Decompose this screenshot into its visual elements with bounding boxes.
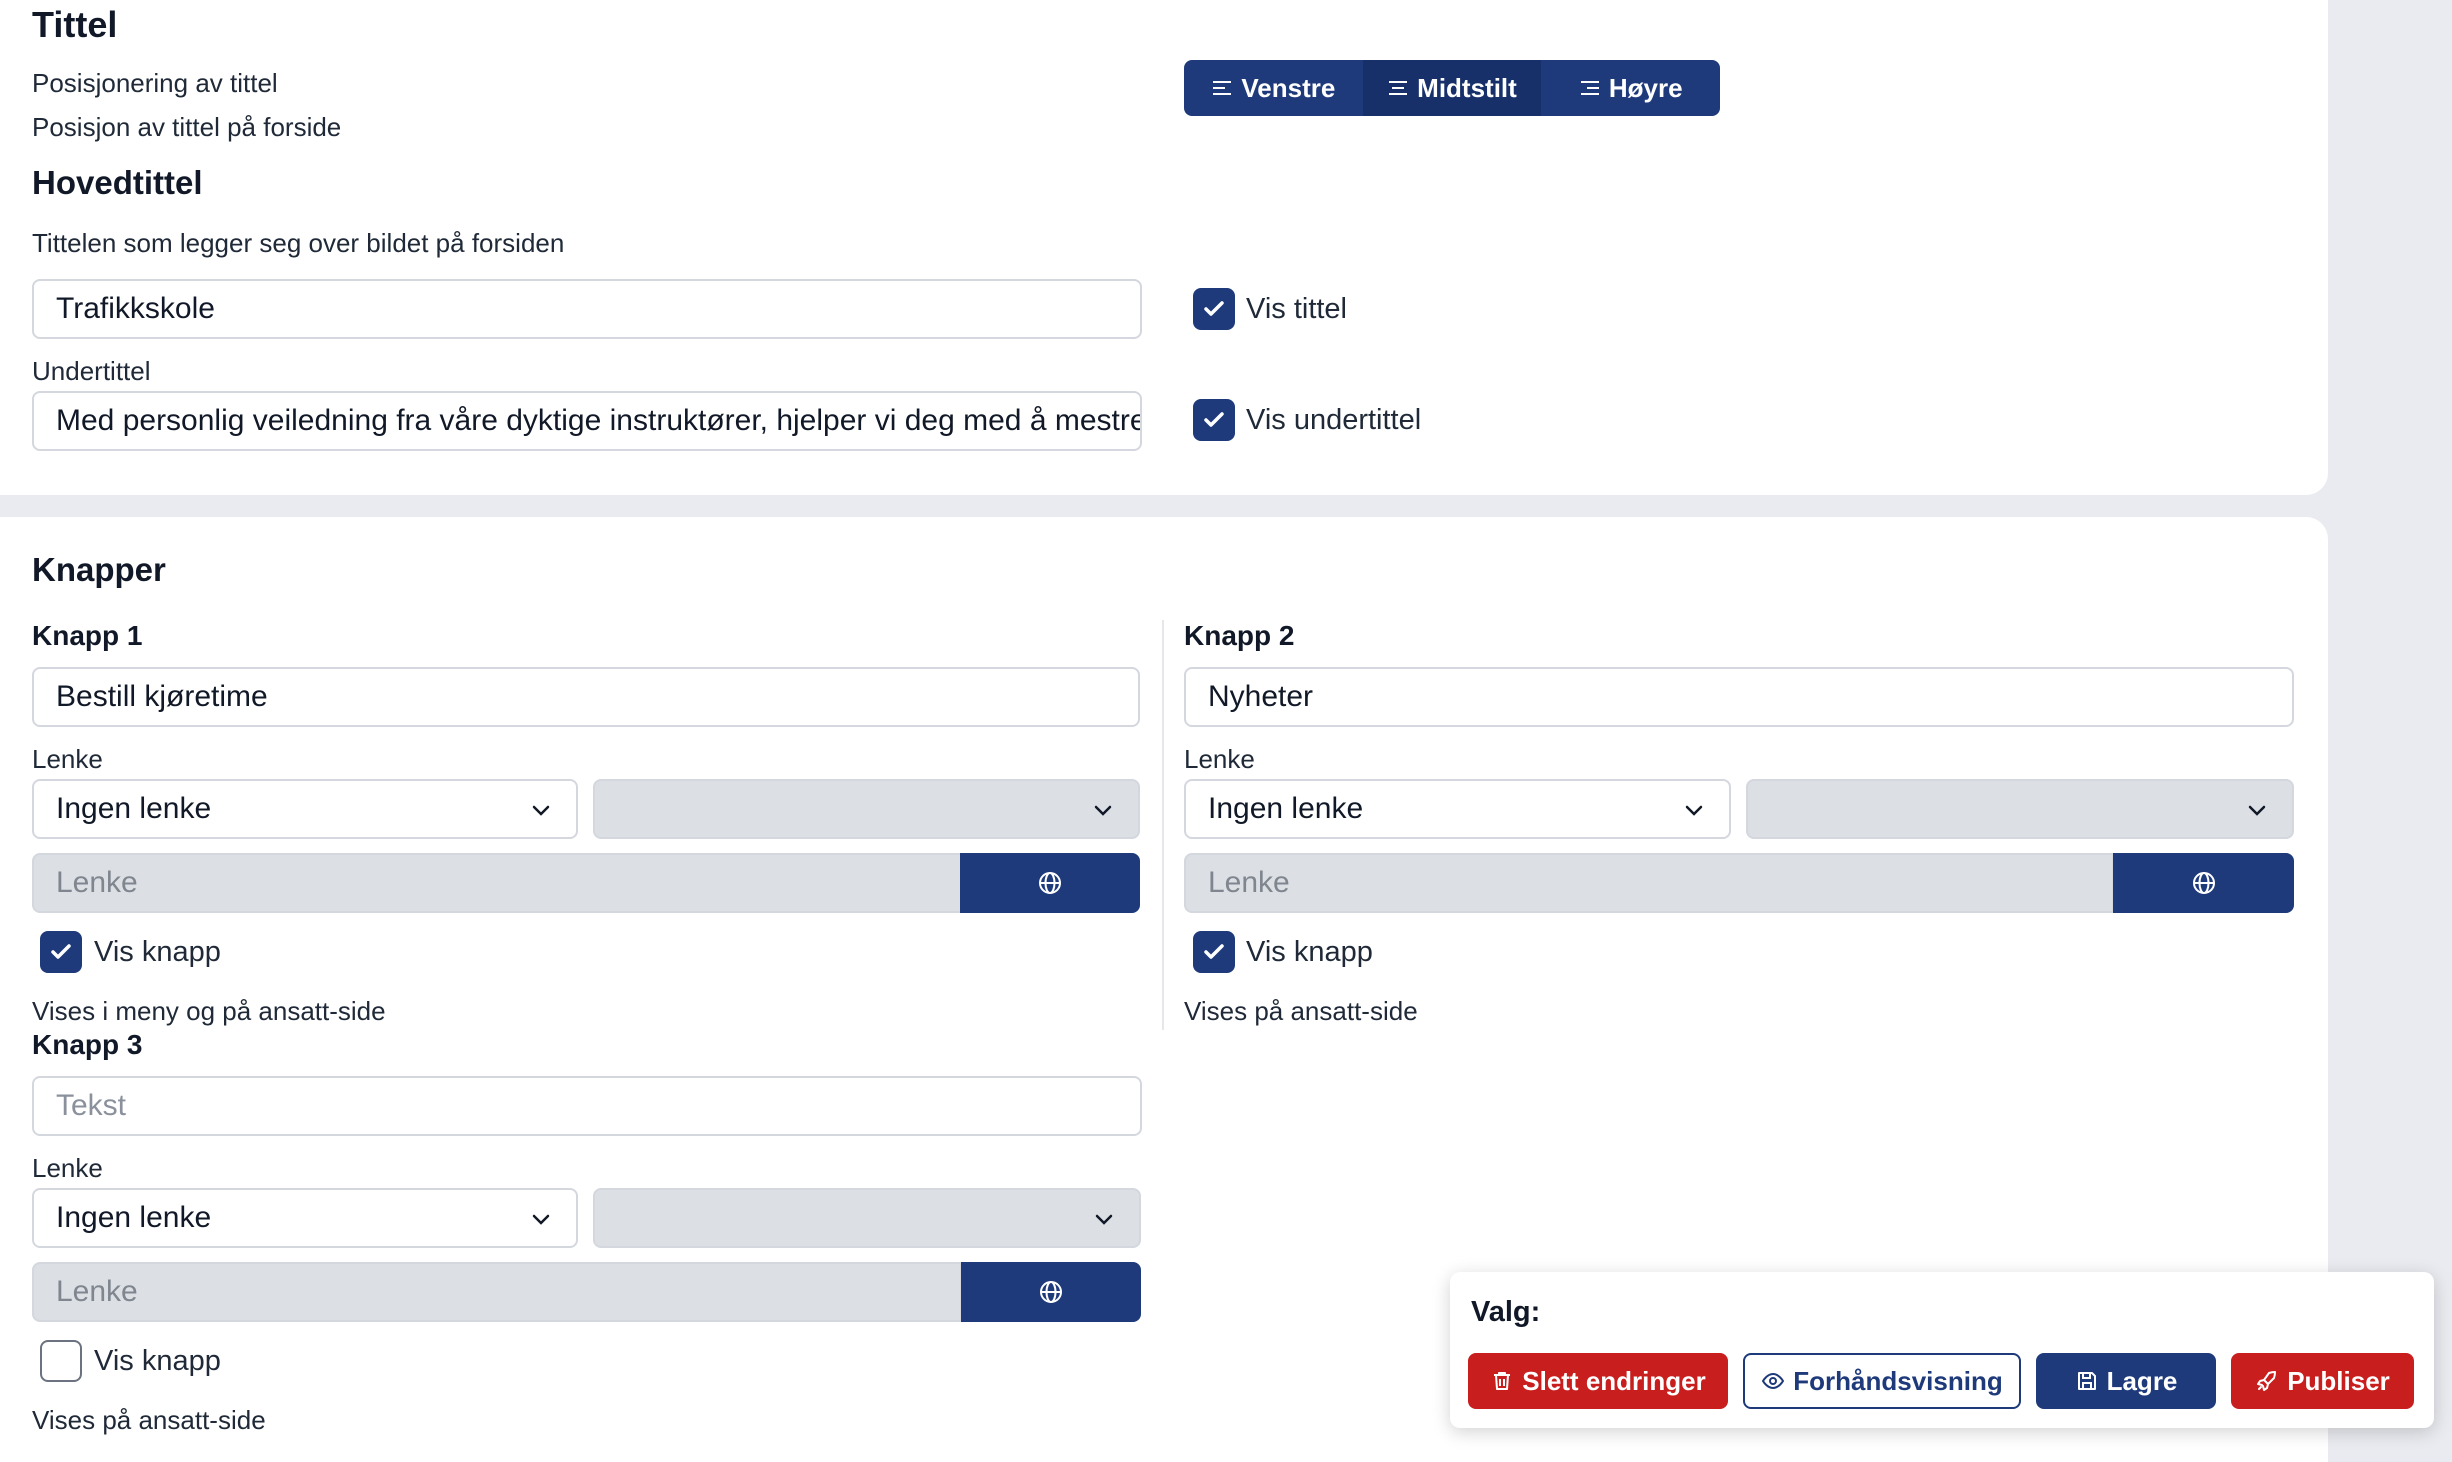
- align-right-icon: [1580, 81, 1599, 95]
- publish-button[interactable]: Publiser: [2231, 1353, 2414, 1409]
- button2-note: Vises på ansatt-side: [1184, 996, 1418, 1026]
- button1-external-link-button[interactable]: [960, 853, 1140, 913]
- button1-url-input[interactable]: Lenke: [32, 853, 962, 913]
- button1-heading: Knapp 1: [32, 620, 143, 651]
- globe-icon: [1039, 872, 1061, 894]
- button3-heading: Knapp 3: [32, 1029, 143, 1060]
- save-label: Lagre: [2106, 1365, 2178, 1396]
- preview-button[interactable]: Forhåndsvisning: [1743, 1353, 2021, 1409]
- chevron-down-icon: [2248, 805, 2266, 816]
- show-title-checkbox[interactable]: [1193, 288, 1235, 330]
- column-divider: [1162, 620, 1164, 1030]
- button2-heading: Knapp 2: [1184, 620, 1295, 651]
- button1-link-type-select[interactable]: Ingen lenke: [32, 779, 578, 839]
- title-settings-card: Tittel Posisjonering av tittel Posisjon …: [0, 0, 2328, 495]
- button2-text-input[interactable]: Nyheter: [1184, 667, 2294, 727]
- button2-link-type-value: Ingen lenke: [1208, 792, 1364, 825]
- globe-icon: [1040, 1281, 1062, 1303]
- save-button[interactable]: Lagre: [2036, 1353, 2216, 1409]
- main-title-help: Tittelen som legger seg over bildet på f…: [32, 228, 565, 258]
- button3-note: Vises på ansatt-side: [32, 1405, 266, 1435]
- button3-show-checkbox[interactable]: [40, 1340, 82, 1382]
- align-left-button[interactable]: Venstre: [1184, 60, 1363, 116]
- chevron-down-icon: [1094, 805, 1112, 816]
- title-positioning-help: Posisjon av tittel på forside: [32, 112, 342, 142]
- chevron-down-icon: [1095, 1214, 1113, 1225]
- align-right-button[interactable]: Høyre: [1541, 60, 1720, 116]
- checkmark-icon: [1204, 301, 1224, 316]
- actions-heading: Valg:: [1471, 1296, 1541, 1328]
- buttons-section-heading: Knapper: [32, 551, 166, 588]
- preview-label: Forhåndsvisning: [1793, 1365, 2003, 1396]
- align-left-label: Venstre: [1241, 72, 1336, 103]
- button2-link-type-select[interactable]: Ingen lenke: [1184, 779, 1731, 839]
- align-left-icon: [1213, 81, 1232, 95]
- subtitle-input[interactable]: Med personlig veiledning fra våre dyktig…: [32, 391, 1142, 451]
- button2-show-checkbox[interactable]: [1193, 931, 1235, 973]
- chevron-down-icon: [1685, 805, 1703, 816]
- button3-link-target-select[interactable]: [593, 1188, 1141, 1248]
- chevron-down-icon: [532, 805, 550, 816]
- publish-label: Publiser: [2287, 1365, 2390, 1396]
- subtitle-label: Undertittel: [32, 356, 151, 386]
- align-center-button[interactable]: Midtstilt: [1362, 60, 1542, 116]
- button3-url-input[interactable]: Lenke: [32, 1262, 962, 1322]
- button2-external-link-button[interactable]: [2113, 853, 2294, 913]
- button1-link-label: Lenke: [32, 744, 103, 774]
- eye-icon: [1762, 1372, 1785, 1390]
- checkmark-icon: [1204, 944, 1224, 959]
- button1-link-type-value: Ingen lenke: [56, 792, 212, 825]
- button2-url-input[interactable]: Lenke: [1184, 853, 2114, 913]
- discard-changes-button[interactable]: Slett endringer: [1468, 1353, 1728, 1409]
- button3-external-link-button[interactable]: [961, 1262, 1141, 1322]
- main-title-heading: Hovedtittel: [32, 164, 203, 201]
- button1-show-checkbox[interactable]: [40, 931, 82, 973]
- align-center-label: Midtstilt: [1417, 72, 1517, 103]
- button1-note: Vises i meny og på ansatt-side: [32, 996, 386, 1026]
- actions-panel: Valg: Slett endringer Forhåndsvisning La…: [1450, 1272, 2434, 1428]
- button3-link-label: Lenke: [32, 1153, 103, 1183]
- button1-link-target-select[interactable]: [593, 779, 1140, 839]
- checkmark-icon: [1204, 412, 1224, 427]
- button3-show-label: Vis knapp: [94, 1345, 221, 1377]
- checkmark-icon: [51, 944, 71, 959]
- show-title-label: Vis tittel: [1246, 293, 1348, 325]
- main-title-input[interactable]: Trafikkskole: [32, 279, 1142, 339]
- button3-text-input[interactable]: Tekst: [32, 1076, 1142, 1136]
- discard-changes-label: Slett endringer: [1522, 1365, 1706, 1396]
- globe-icon: [2192, 872, 2215, 894]
- align-right-label: Høyre: [1608, 72, 1683, 103]
- button2-link-target-select[interactable]: [1746, 779, 2294, 839]
- button2-show-label: Vis knapp: [1246, 936, 1373, 968]
- button1-text-input[interactable]: Bestill kjøretime: [32, 667, 1140, 727]
- align-center-icon: [1389, 81, 1408, 95]
- chevron-down-icon: [532, 1214, 550, 1225]
- title-positioning-label: Posisjonering av tittel: [32, 68, 278, 98]
- button2-link-label: Lenke: [1184, 744, 1255, 774]
- title-alignment-toggle: Venstre Midtstilt Høyre: [1184, 60, 1720, 116]
- button3-link-type-value: Ingen lenke: [56, 1201, 212, 1234]
- rocket-icon: [2257, 1371, 2277, 1391]
- show-subtitle-label: Vis undertittel: [1246, 404, 1422, 436]
- trash-icon: [1494, 1372, 1511, 1390]
- floppy-disk-icon: [2077, 1372, 2096, 1390]
- button1-show-label: Vis knapp: [94, 936, 221, 968]
- show-subtitle-checkbox[interactable]: [1193, 399, 1235, 441]
- title-section-heading: Tittel: [32, 4, 118, 45]
- button3-link-type-select[interactable]: Ingen lenke: [32, 1188, 578, 1248]
